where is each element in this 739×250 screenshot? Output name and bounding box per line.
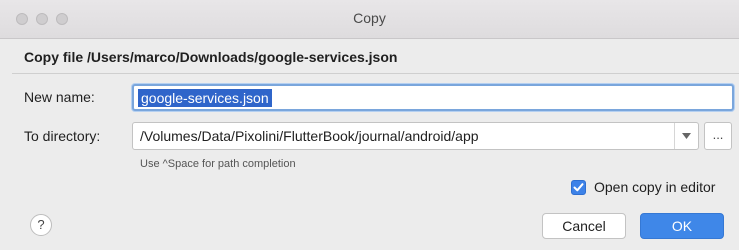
title-bar: Copy: [0, 0, 739, 39]
copy-dialog-window: Copy Copy file /Users/marco/Downloads/go…: [0, 0, 739, 250]
path-completion-hint: Use ^Space for path completion: [140, 158, 296, 170]
to-directory-combo[interactable]: /Volumes/Data/Pixolini/FlutterBook/journ…: [132, 122, 699, 150]
dialog-header: Copy file /Users/marco/Downloads/google-…: [24, 49, 398, 65]
window-title: Copy: [353, 10, 386, 26]
directory-dropdown-button[interactable]: [674, 123, 698, 149]
checkmark-icon: [573, 183, 584, 192]
to-directory-value: /Volumes/Data/Pixolini/FlutterBook/journ…: [140, 128, 479, 144]
new-name-value: google-services.json: [138, 89, 272, 107]
chevron-down-icon: [682, 133, 691, 139]
browse-button[interactable]: ...: [704, 122, 732, 150]
to-directory-label: To directory:: [24, 128, 101, 144]
open-copy-label[interactable]: Open copy in editor: [594, 179, 715, 195]
ok-button[interactable]: OK: [640, 213, 724, 239]
cancel-button[interactable]: Cancel: [542, 213, 626, 239]
new-name-input[interactable]: google-services.json: [132, 84, 734, 111]
header-divider: [12, 73, 739, 74]
help-button[interactable]: ?: [30, 214, 52, 236]
new-name-label: New name:: [24, 89, 95, 105]
open-copy-checkbox[interactable]: [571, 180, 586, 195]
